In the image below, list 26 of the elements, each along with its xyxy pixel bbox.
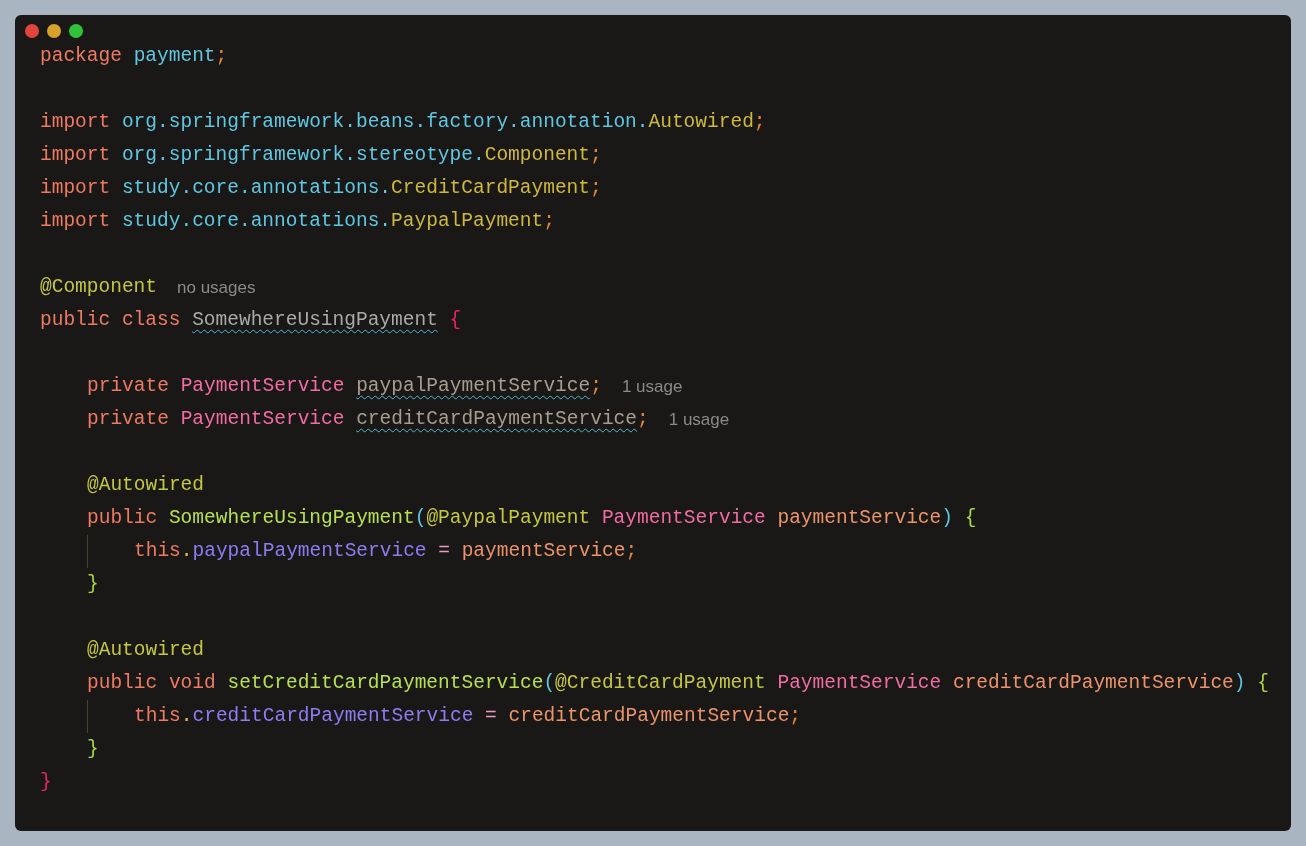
usage-hint[interactable]: 1 usage [621,370,683,403]
code-text: import study.core.annotations.CreditCardPayment; [40,176,602,201]
code-text: } [87,737,99,762]
code-text: private PaymentService creditCardPaymentService; [87,407,649,432]
code-text: this.creditCardPaymentService = creditCardPaymentService; [134,704,802,729]
code-text: public class SomewhereUsingPayment { [40,308,462,333]
code-text: public SomewhereUsingPayment(@PaypalPayment PaymentService paymentService) { [87,506,977,531]
code-text: @Component [40,275,158,300]
code-text: @Autowired [87,638,205,663]
code-text: import org.springframework.beans.factory.annotation.Autowired; [40,110,766,135]
code-text: private PaymentService paypalPaymentService; [87,374,602,399]
code-text: import study.core.annotations.PaypalPayment; [40,209,555,234]
indent-guide [87,535,88,568]
usage-hint[interactable]: no usages [177,271,256,304]
code-text: this.paypalPaymentService = paymentService; [134,539,638,564]
code-text: import org.springframework.stereotype.Component; [40,143,602,168]
code-text: } [40,770,52,795]
code-text: } [87,572,99,597]
code-text: package payment; [40,44,228,69]
code-text: @Autowired [87,473,205,498]
code-text: public void setCreditCardPaymentService(@CreditCardPayment PaymentService creditCardPaymentService) { [87,671,1269,696]
usage-hint[interactable]: 1 usage [668,403,730,436]
window-close-button[interactable] [25,24,39,38]
window-zoom-button[interactable] [69,24,83,38]
indent-guide [87,700,88,733]
window-minimize-button[interactable] [47,24,61,38]
